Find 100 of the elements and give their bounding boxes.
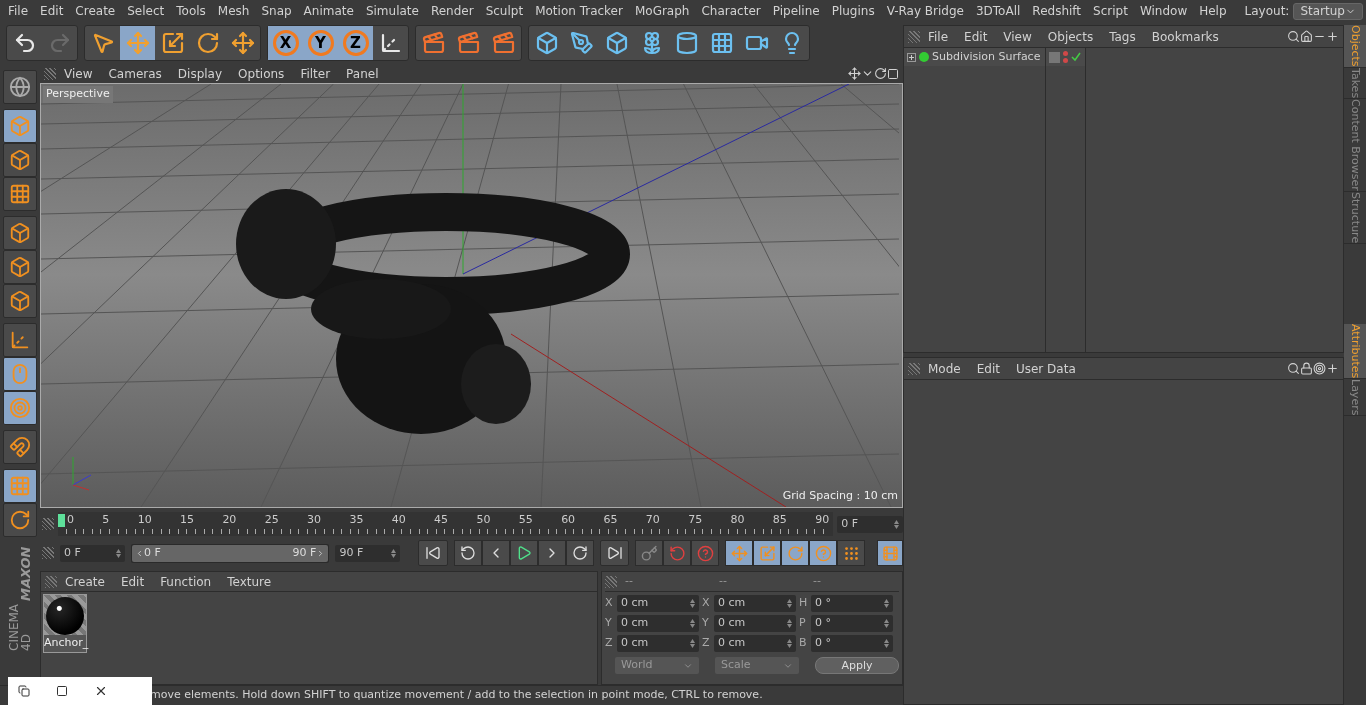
playback-button[interactable] <box>453 540 482 566</box>
menu-item[interactable]: Mode <box>920 359 969 378</box>
menu-item[interactable]: Animate <box>297 2 360 20</box>
playback-button[interactable] <box>481 540 510 566</box>
menu-item[interactable]: Edit <box>112 572 153 591</box>
menu-item[interactable]: MoGraph <box>628 2 696 20</box>
timeline-button[interactable] <box>877 540 903 566</box>
number-field[interactable]: 0 ° <box>811 615 893 632</box>
panel-grip-icon[interactable] <box>605 575 617 588</box>
menu-item[interactable]: Objects <box>1039 27 1102 46</box>
menu-item[interactable]: Help <box>1193 2 1233 20</box>
menu-item[interactable]: Character <box>695 2 767 20</box>
menu-item[interactable]: Script <box>1087 2 1134 20</box>
menu-item[interactable]: Motion Tracker <box>529 2 629 20</box>
menu-item[interactable]: File <box>2 2 35 20</box>
layout-dropdown[interactable]: Startup <box>1293 2 1363 20</box>
mode-button[interactable] <box>3 503 37 537</box>
expand-toggle[interactable] <box>907 52 916 62</box>
panel-grip-icon[interactable] <box>44 67 56 80</box>
number-field[interactable]: 0 F <box>837 515 903 533</box>
viewport[interactable]: Perspective Grid Spacing : 10 cm <box>40 83 903 508</box>
menu-item[interactable]: Edit <box>968 359 1008 378</box>
menu-item[interactable]: Mesh <box>211 2 256 20</box>
axis-lock-button[interactable]: X <box>268 26 303 60</box>
timeline-ruler[interactable]: 0 5 10 15 20 25 30 35 40 45 50 55 60 65 70 75 80 85 90 <box>58 512 834 536</box>
record-button[interactable] <box>663 540 692 566</box>
menu-item[interactable]: Cameras <box>100 64 170 83</box>
panel-grip-icon[interactable] <box>42 547 54 559</box>
menu-item[interactable]: Window <box>1133 2 1194 20</box>
record-button[interactable] <box>691 540 720 566</box>
mode-button[interactable] <box>3 284 37 318</box>
panel-grip-icon[interactable] <box>45 575 57 588</box>
panel-grip-icon[interactable] <box>42 518 54 530</box>
menu-item[interactable]: View <box>995 27 1040 46</box>
menu-item[interactable]: View <box>56 64 101 83</box>
menu-item[interactable]: User Data <box>1007 359 1084 378</box>
menu-item[interactable]: Panel <box>338 64 387 83</box>
menu-item[interactable]: Simulate <box>359 2 425 20</box>
mode-button[interactable] <box>3 250 37 284</box>
number-field[interactable]: 0 ° <box>811 595 893 612</box>
menu-item[interactable]: Edit <box>956 27 996 46</box>
menu-item[interactable]: Snap <box>255 2 298 20</box>
menu-item[interactable]: Create <box>57 572 113 591</box>
mode-button[interactable] <box>3 469 37 503</box>
record-button[interactable] <box>635 540 664 566</box>
number-field[interactable]: 90 F <box>335 544 401 562</box>
axis-lock-button[interactable]: Y <box>303 26 338 60</box>
mode-button[interactable] <box>3 430 37 464</box>
side-tab[interactable]: Objects <box>1344 25 1366 68</box>
mode-button[interactable] <box>3 357 37 391</box>
menu-item[interactable]: V-Ray Bridge <box>880 2 970 20</box>
checkmark-icon[interactable] <box>1071 52 1081 62</box>
number-field[interactable]: 0 cm <box>714 595 796 612</box>
menu-item[interactable]: Tools <box>170 2 212 20</box>
menu-item[interactable]: Bookmarks <box>1143 27 1227 46</box>
menu-item[interactable]: Create <box>69 2 122 20</box>
mode-button[interactable] <box>3 177 37 211</box>
mode-button[interactable] <box>3 109 37 143</box>
number-field[interactable]: 0 cm <box>714 615 796 632</box>
menu-item[interactable]: Select <box>121 2 171 20</box>
menu-item[interactable]: File <box>920 27 957 46</box>
menu-item[interactable]: Pipeline <box>766 2 826 20</box>
panel-grip-icon[interactable] <box>908 30 920 43</box>
menu-item[interactable]: Display <box>169 64 231 83</box>
key-mode-button[interactable] <box>753 540 782 566</box>
number-field[interactable]: 0 cm <box>617 595 699 612</box>
number-field[interactable]: 0 cm <box>617 615 699 632</box>
menu-item[interactable]: Render <box>424 2 480 20</box>
number-field[interactable]: 0 ° <box>811 635 893 652</box>
material-swatch[interactable]: Anchor_ <box>43 594 87 653</box>
mode-button[interactable] <box>3 143 37 177</box>
panel-grip-icon[interactable] <box>908 362 920 375</box>
key-mode-button[interactable] <box>809 540 838 566</box>
mode-button[interactable] <box>3 70 37 104</box>
menu-item[interactable]: Filter <box>292 64 339 83</box>
playback-button[interactable] <box>509 540 538 566</box>
key-mode-button[interactable] <box>781 540 810 566</box>
first-frame-button[interactable] <box>418 540 448 566</box>
menu-item[interactable]: Plugins <box>825 2 881 20</box>
menu-item[interactable]: Function <box>152 572 220 591</box>
menu-item[interactable]: 3DToAll <box>969 2 1027 20</box>
menu-item[interactable]: Options <box>230 64 293 83</box>
number-field[interactable]: 0 F <box>60 544 125 562</box>
last-frame-button[interactable] <box>599 540 630 566</box>
number-field[interactable]: 0 cm <box>714 635 796 652</box>
menu-item[interactable]: Tags <box>1101 27 1144 46</box>
apply-button[interactable]: Apply <box>815 657 899 674</box>
side-tab[interactable]: Attributes <box>1344 323 1366 379</box>
menu-item[interactable]: Sculpt <box>479 2 530 20</box>
camera-label[interactable]: Perspective <box>43 86 113 103</box>
frame-range-slider[interactable]: 0 F 90 F <box>131 544 329 562</box>
object-row[interactable]: Subdivision Surface <box>904 48 1045 66</box>
mode-button[interactable] <box>3 391 37 425</box>
key-mode-button[interactable] <box>725 540 754 566</box>
menu-item[interactable]: Redshift <box>1026 2 1088 20</box>
number-field[interactable]: 0 cm <box>617 635 699 652</box>
menu-item[interactable]: Texture <box>219 572 280 591</box>
mode-button[interactable] <box>3 216 37 250</box>
playback-button[interactable] <box>537 540 566 566</box>
menu-item[interactable]: Edit <box>34 2 70 20</box>
